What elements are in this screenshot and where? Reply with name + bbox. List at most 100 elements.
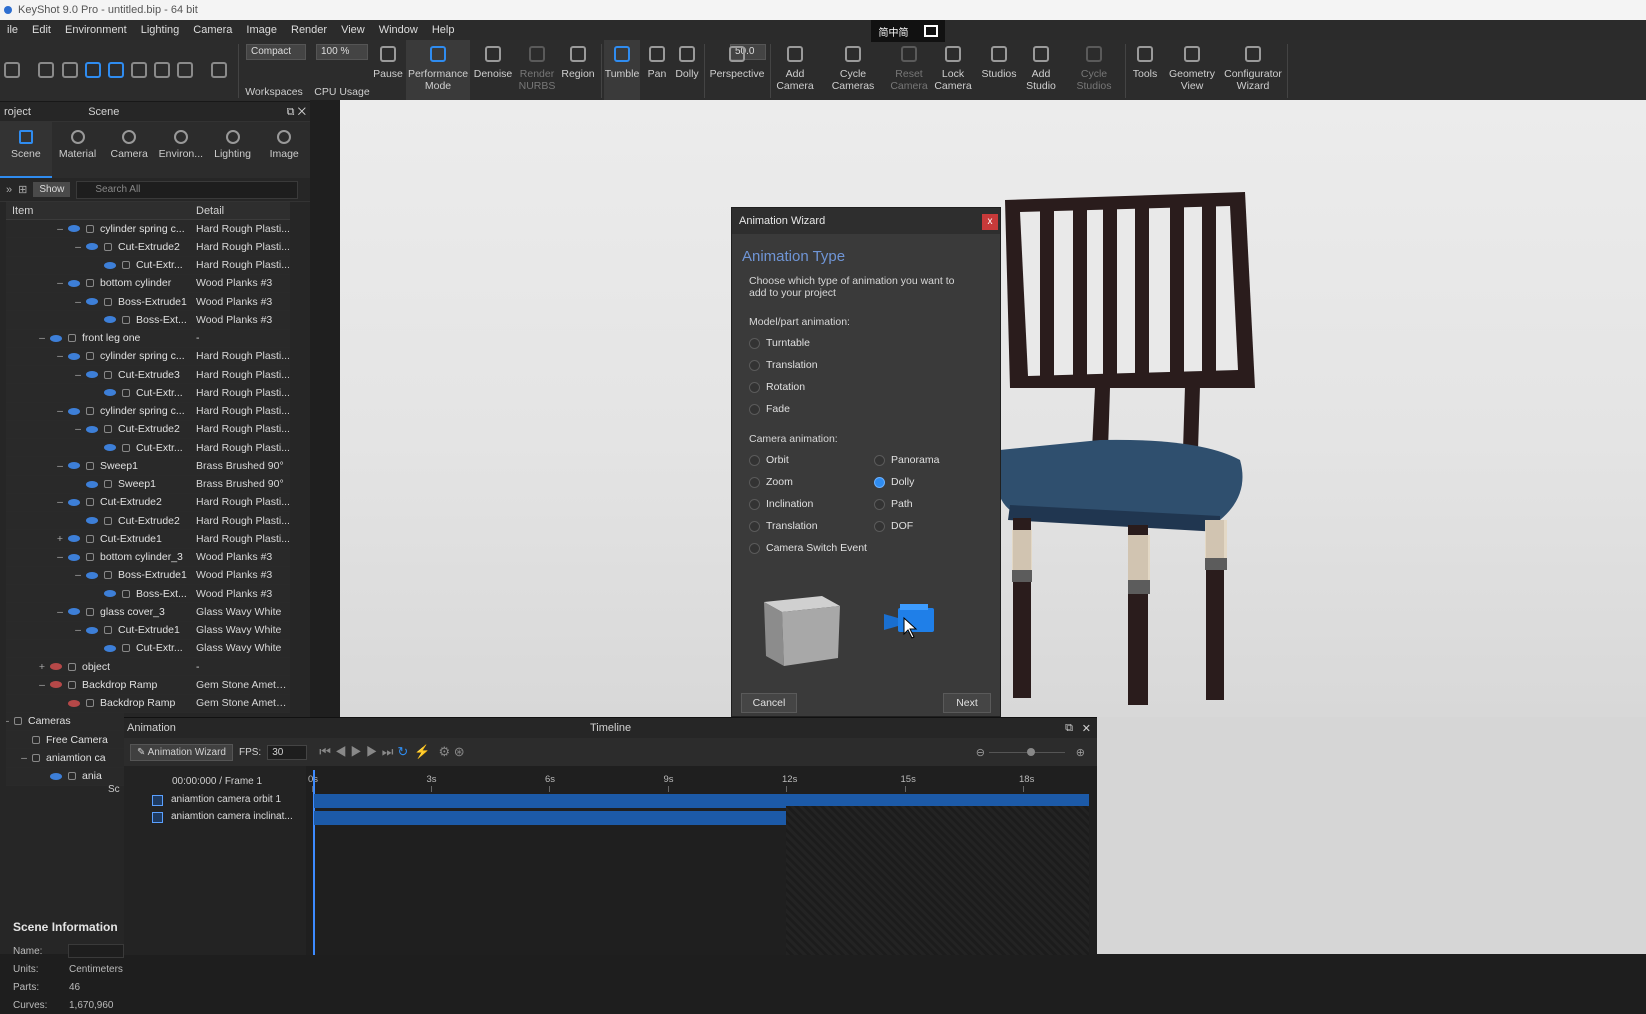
radio-circle[interactable] [749, 498, 760, 510]
expand-toggle-icon[interactable]: – [56, 350, 64, 362]
tree-row[interactable]: – Boss-Extrude1 Wood Planks #3 [6, 293, 290, 312]
name-field[interactable] [68, 944, 124, 958]
toolbar-workspaces-button[interactable]: Workspaces [244, 40, 304, 102]
visibility-eye-icon[interactable] [104, 644, 116, 652]
menu-item-8[interactable]: Window [372, 24, 425, 36]
tree-row[interactable]: – Cut-Extrude2 Hard Rough Plasti... [6, 420, 290, 439]
radio-rotation[interactable]: Rotation [749, 381, 805, 393]
tree-row[interactable]: – Backdrop Ramp Gem Stone Ameth... [6, 676, 290, 695]
add-icon[interactable]: ⊞ [18, 183, 27, 196]
expand-toggle-icon[interactable]: – [56, 405, 64, 417]
radio-translation[interactable]: Translation [749, 359, 818, 371]
visibility-eye-icon[interactable] [68, 279, 80, 287]
render-icon[interactable] [4, 62, 20, 78]
undock-timeline-icon[interactable]: ⧉ [1065, 722, 1073, 735]
project-icon[interactable] [85, 62, 101, 78]
toolbar-cpu-usage-button[interactable]: CPU Usage [314, 40, 370, 102]
visibility-eye-icon[interactable] [86, 480, 98, 488]
loop-icon[interactable]: ↻ [397, 744, 408, 760]
toolbar-configurator-wizard-button[interactable]: Configurator Wizard [1222, 40, 1284, 102]
toolbar-tumble-button[interactable]: Tumble [604, 40, 640, 102]
tab-4[interactable]: Lighting [207, 122, 259, 178]
visibility-eye-icon[interactable] [104, 389, 116, 397]
dialog-close-button[interactable]: x [982, 214, 998, 230]
tree-row[interactable]: Backdrop Ramp Gem Stone Ameth... [6, 694, 290, 713]
radio-circle[interactable] [749, 359, 760, 371]
column-detail[interactable]: Detail [190, 202, 224, 219]
radio-orbit[interactable]: Orbit [749, 454, 789, 466]
tree-row[interactable]: Cut-Extr... Hard Rough Plasti... [6, 439, 290, 458]
expand-toggle-icon[interactable]: + [56, 533, 64, 545]
menu-item-9[interactable]: Help [425, 24, 462, 36]
radio-circle[interactable] [874, 476, 885, 488]
track-checkbox[interactable] [152, 812, 163, 823]
visibility-eye-icon[interactable] [86, 243, 98, 251]
window-icon[interactable] [923, 25, 938, 37]
visibility-eye-icon[interactable] [86, 626, 98, 634]
expand-arrows-icon[interactable]: » [6, 184, 12, 196]
toolbar-render-nurbs-button[interactable]: Render NURBS [516, 40, 558, 102]
tree-row[interactable]: Cut-Extr... Hard Rough Plasti... [6, 384, 290, 403]
visibility-eye-icon[interactable] [86, 425, 98, 433]
tab-2[interactable]: Camera [103, 122, 155, 178]
menu-item-0[interactable]: ile [0, 24, 25, 36]
screenshot-icon[interactable] [177, 62, 193, 78]
menu-item-2[interactable]: Environment [58, 24, 134, 36]
radio-circle[interactable] [749, 403, 760, 415]
visibility-eye-icon[interactable] [104, 444, 116, 452]
visibility-eye-icon[interactable] [68, 535, 80, 543]
import-icon[interactable] [38, 62, 54, 78]
visibility-eye-icon[interactable] [86, 371, 98, 379]
toolbar-dolly-button[interactable]: Dolly [672, 40, 702, 102]
radio-dolly[interactable]: Dolly [874, 476, 914, 488]
tree-row[interactable]: ania [6, 767, 124, 786]
visibility-eye-icon[interactable] [68, 225, 80, 233]
tree-row[interactable]: – Boss-Extrude1 Wood Planks #3 [6, 566, 290, 585]
tree-row[interactable]: – Cut-Extrude2 Hard Rough Plasti... [6, 238, 290, 257]
tab-1[interactable]: Material [52, 122, 104, 178]
keyframe-icon[interactable]: ⚡ [414, 744, 430, 760]
tab-0[interactable]: Scene [0, 122, 52, 178]
tree-row[interactable]: Cut-Extrude2 Hard Rough Plasti... [6, 512, 290, 531]
expand-toggle-icon[interactable]: – [74, 624, 82, 636]
menu-item-7[interactable]: View [334, 24, 372, 36]
toolbar-performance-mode-button[interactable]: Performance Mode [406, 40, 470, 102]
expand-toggle-icon[interactable]: – [74, 241, 82, 253]
toolbar-reset-camera-button[interactable]: Reset Camera [884, 40, 934, 102]
visibility-eye-icon[interactable] [68, 498, 80, 506]
toolbar-lock-camera-button[interactable]: Lock Camera [932, 40, 974, 102]
toolbar-tools-button[interactable]: Tools [1130, 40, 1160, 102]
tree-row[interactable]: + Cut-Extrude1 Hard Rough Plasti... [6, 530, 290, 549]
visibility-eye-icon[interactable] [104, 316, 116, 324]
tree-row[interactable]: – Cut-Extrude2 Hard Rough Plasti... [6, 493, 290, 512]
tree-row[interactable]: – Sweep1 Brass Brushed 90° [6, 457, 290, 476]
undock-icon[interactable]: ⧉ [287, 106, 295, 118]
expand-toggle-icon[interactable]: – [74, 296, 82, 308]
visibility-eye-icon[interactable] [68, 699, 80, 707]
toolbar-add-camera-button[interactable]: Add Camera [772, 40, 818, 102]
menu-item-6[interactable]: Render [284, 24, 334, 36]
visibility-eye-icon[interactable] [50, 681, 62, 689]
animation-wizard-button[interactable]: ✎ Animation Wizard [130, 743, 233, 761]
playback-controls[interactable]: ⏮◀▶▶⏭ [319, 744, 397, 760]
radio-camera-switch-event[interactable]: Camera Switch Event [749, 542, 867, 554]
radio-turntable[interactable]: Turntable [749, 337, 810, 349]
settings-icon[interactable]: ⚙ ⊛ [439, 744, 465, 760]
expand-toggle-icon[interactable]: – [6, 715, 10, 727]
animation-icon[interactable] [108, 62, 124, 78]
menu-item-5[interactable]: Image [239, 24, 284, 36]
radio-dof[interactable]: DOF [874, 520, 913, 532]
tree-row[interactable]: – bottom cylinder_3 Wood Planks #3 [6, 548, 290, 567]
visibility-eye-icon[interactable] [68, 462, 80, 470]
search-input[interactable]: Search All [76, 180, 298, 199]
expand-toggle-icon[interactable]: – [74, 569, 82, 581]
radio-fade[interactable]: Fade [749, 403, 790, 415]
radio-circle[interactable] [874, 520, 885, 532]
expand-toggle-icon[interactable]: – [74, 423, 82, 435]
visibility-eye-icon[interactable] [50, 334, 62, 342]
toolbar-studios-button[interactable]: Studios [978, 40, 1020, 102]
visibility-eye-icon[interactable] [86, 517, 98, 525]
visibility-eye-icon[interactable] [104, 261, 116, 269]
visibility-eye-icon[interactable] [50, 663, 62, 671]
tree-row[interactable]: – cylinder spring c... Hard Rough Plasti..… [6, 347, 290, 366]
